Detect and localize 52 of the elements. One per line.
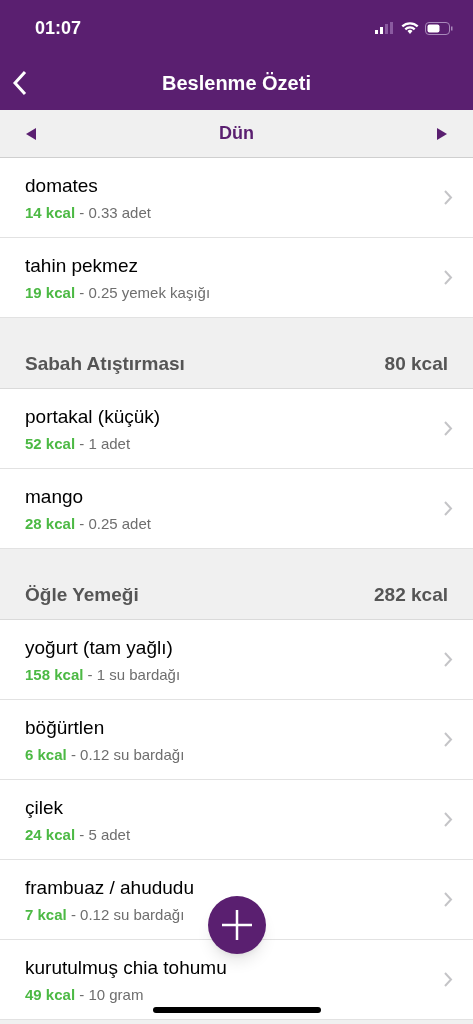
food-detail: 158 kcal - 1 su bardağı xyxy=(25,666,181,682)
signal-icon xyxy=(375,22,395,34)
meal-total: 282 kcal xyxy=(374,582,448,607)
battery-icon xyxy=(425,21,453,35)
food-detail: 7 kcal - 0.12 su bardağı xyxy=(25,906,186,922)
meal-title: Öğle Yemeği xyxy=(25,582,139,607)
next-day-button[interactable] xyxy=(437,127,447,140)
food-name: frambuaz / ahududu xyxy=(25,877,194,897)
food-row[interactable]: frambuaz / ahududu 7 kcal - 0.12 su bardağı xyxy=(0,860,473,940)
wifi-icon xyxy=(401,21,419,35)
food-detail: 24 kcal - 5 adet xyxy=(25,826,131,842)
food-detail: 28 kcal - 0.25 adet xyxy=(25,515,151,531)
chevron-right-icon xyxy=(443,731,453,748)
food-row[interactable]: böğürtlen 6 kcal - 0.12 su bardağı xyxy=(0,700,473,780)
chevron-right-icon xyxy=(443,811,453,828)
food-row[interactable]: portakal (küçük) 52 kcal - 1 adet xyxy=(0,389,473,469)
chevron-right-icon xyxy=(443,420,453,437)
plus-icon xyxy=(222,910,252,940)
food-row[interactable]: çilek 24 kcal - 5 adet xyxy=(0,780,473,860)
food-name: domates xyxy=(25,175,99,195)
food-row[interactable]: mango 28 kcal - 0.25 adet xyxy=(0,469,473,549)
left-triangle-icon xyxy=(26,127,36,140)
chevron-right-icon xyxy=(443,269,453,286)
food-name: kurutulmuş chia tohumu xyxy=(25,957,227,977)
chevron-right-icon xyxy=(443,500,453,517)
food-name: yoğurt (tam yağlı) xyxy=(25,637,174,657)
meal-title: Sabah Atıştırması xyxy=(25,351,185,376)
food-detail: 52 kcal - 1 adet xyxy=(25,435,132,451)
date-label: Dün xyxy=(219,122,254,145)
food-row[interactable]: yoğurt (tam yağlı) 158 kcal - 1 su bardağı xyxy=(0,620,473,700)
food-name: çilek xyxy=(25,797,64,817)
food-row[interactable]: domates 14 kcal - 0.33 adet xyxy=(0,158,473,238)
food-name: mango xyxy=(25,486,85,506)
chevron-right-icon xyxy=(443,891,453,908)
food-detail: 19 kcal - 0.25 yemek kaşığı xyxy=(25,284,211,300)
food-row[interactable]: tahin pekmez 19 kcal - 0.25 yemek kaşığı xyxy=(0,238,473,318)
chevron-right-icon xyxy=(443,651,453,668)
back-icon xyxy=(12,70,28,96)
chevron-right-icon xyxy=(443,971,453,988)
chevron-right-icon xyxy=(443,189,453,206)
screen-title: Beslenme Özeti xyxy=(162,71,311,96)
right-triangle-icon xyxy=(437,127,447,140)
food-row[interactable]: kurutulmuş chia tohumu 49 kcal - 10 gram xyxy=(0,940,473,1020)
food-detail: 6 kcal - 0.12 su bardağı xyxy=(25,746,185,762)
food-detail: 49 kcal - 10 gram xyxy=(25,986,145,1002)
food-name: tahin pekmez xyxy=(25,255,139,275)
food-detail: 14 kcal - 0.33 adet xyxy=(25,204,151,220)
food-name: portakal (küçük) xyxy=(25,406,161,426)
food-name: böğürtlen xyxy=(25,717,106,737)
meal-total: 80 kcal xyxy=(384,351,448,376)
status-time: 01:07 xyxy=(35,16,82,40)
previous-day-button[interactable] xyxy=(26,127,36,140)
